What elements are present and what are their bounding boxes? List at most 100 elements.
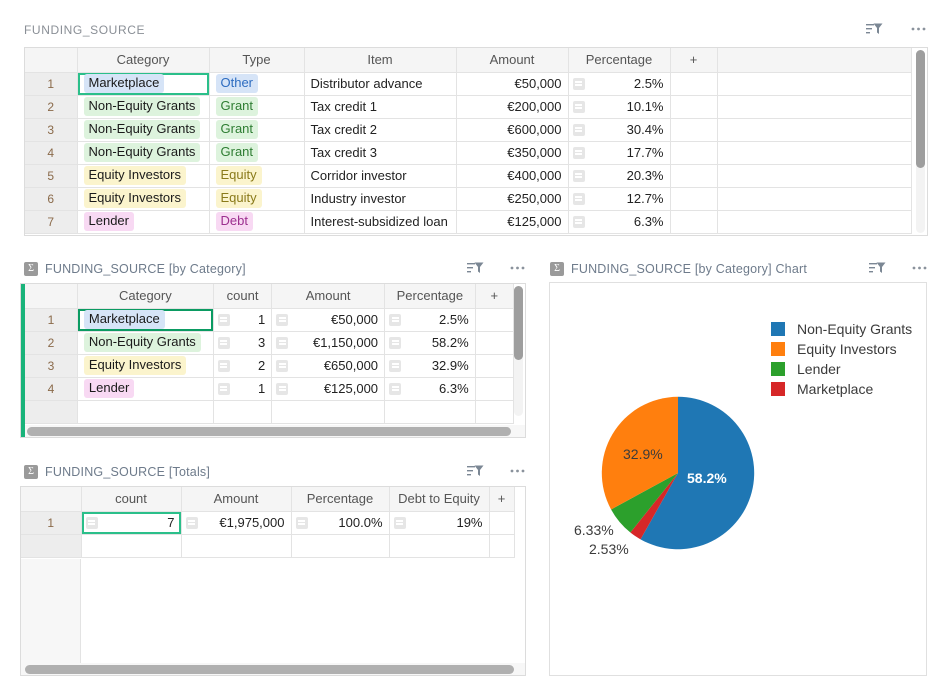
cell-category[interactable]: Non-Equity Grants — [77, 95, 209, 118]
cell-debt-to-equity[interactable]: 19% — [389, 511, 489, 534]
cell-category[interactable]: Equity Investors — [77, 354, 213, 377]
cell-amount[interactable]: €1,150,000 — [272, 331, 385, 354]
cell-category[interactable]: Equity Investors — [77, 187, 209, 210]
cell-item[interactable]: Industry investor — [304, 187, 456, 210]
column-header-amount[interactable]: Amount — [456, 48, 568, 72]
filter-sort-icon[interactable] — [467, 261, 484, 278]
pie-chart-svg[interactable] — [598, 393, 758, 553]
column-header-item[interactable]: Item — [304, 48, 456, 72]
cell-count[interactable]: 1 — [213, 308, 271, 331]
scrollbar-thumb[interactable] — [25, 665, 514, 674]
cell-percentage[interactable]: 100.0% — [291, 511, 389, 534]
legend-item-non-equity-grants[interactable]: Non-Equity Grants — [771, 321, 912, 337]
cell-count[interactable]: 3 — [213, 331, 271, 354]
cell-amount[interactable]: €350,000 — [456, 141, 568, 164]
cell-percentage[interactable]: 58.2% — [385, 331, 476, 354]
ellipsis-icon[interactable] — [509, 464, 526, 481]
table-row[interactable]: 6 Equity Investors Equity Industry inves… — [25, 187, 911, 210]
cell-amount[interactable]: €400,000 — [456, 164, 568, 187]
add-column-button[interactable]: + — [670, 48, 717, 72]
cell-item[interactable]: Tax credit 1 — [304, 95, 456, 118]
add-column-button[interactable]: + — [475, 284, 513, 308]
table-row[interactable]: 1 Marketplace Other Distributor advance … — [25, 72, 911, 95]
table-row[interactable]: 4 Lender 1 €125,000 6.3% — [25, 377, 514, 400]
add-column-button[interactable]: + — [489, 487, 514, 511]
cell-item[interactable]: Tax credit 2 — [304, 118, 456, 141]
table-row[interactable]: 2 Non-Equity Grants 3 €1,150,000 58.2% — [25, 331, 514, 354]
legend-item-marketplace[interactable]: Marketplace — [771, 381, 912, 397]
table-row[interactable]: 3 Equity Investors 2 €650,000 32.9% — [25, 354, 514, 377]
cell-type[interactable]: Other — [209, 72, 304, 95]
cell-item[interactable]: Interest-subsidized loan — [304, 210, 456, 233]
column-header-amount[interactable]: Amount — [181, 487, 291, 511]
ellipsis-icon[interactable] — [910, 22, 927, 39]
cell-category[interactable]: Lender — [77, 210, 209, 233]
cell-count[interactable]: 1 — [213, 377, 271, 400]
by-category-horizontal-scrollbar[interactable] — [21, 425, 525, 437]
cell-amount[interactable]: €125,000 — [272, 377, 385, 400]
filter-sort-icon[interactable] — [866, 22, 883, 39]
cell-category[interactable]: Marketplace — [77, 308, 213, 331]
table-row[interactable]: 1 Marketplace 1 €50,000 2.5% — [25, 308, 514, 331]
table-row[interactable]: 2 Non-Equity Grants Grant Tax credit 1 €… — [25, 95, 911, 118]
cell-type[interactable]: Grant — [209, 95, 304, 118]
cell-percentage[interactable]: 10.1% — [568, 95, 670, 118]
table-row[interactable]: 4 Non-Equity Grants Grant Tax credit 3 €… — [25, 141, 911, 164]
cell-category[interactable]: Equity Investors — [77, 164, 209, 187]
table-row[interactable]: 3 Non-Equity Grants Grant Tax credit 2 €… — [25, 118, 911, 141]
main-table-vertical-scrollbar[interactable] — [916, 50, 925, 233]
column-header-type[interactable]: Type — [209, 48, 304, 72]
totals-horizontal-scrollbar[interactable] — [21, 663, 525, 675]
cell-item[interactable]: Corridor investor — [304, 164, 456, 187]
legend-item-lender[interactable]: Lender — [771, 361, 912, 377]
cell-category[interactable]: Non-Equity Grants — [77, 141, 209, 164]
cell-amount[interactable]: €650,000 — [272, 354, 385, 377]
cell-category[interactable]: Non-Equity Grants — [77, 331, 213, 354]
cell-type[interactable]: Grant — [209, 141, 304, 164]
by-category-vertical-scrollbar[interactable] — [514, 286, 523, 416]
cell-type[interactable]: Equity — [209, 164, 304, 187]
cell-category[interactable]: Marketplace — [77, 72, 209, 95]
cell-amount[interactable]: €125,000 — [456, 210, 568, 233]
cell-category[interactable]: Lender — [77, 377, 213, 400]
cell-item[interactable]: Distributor advance — [304, 72, 456, 95]
column-header-count[interactable]: count — [81, 487, 181, 511]
pie-chart-container[interactable]: Non-Equity Grants Equity Investors Lende… — [549, 282, 927, 676]
cell-percentage[interactable]: 30.4% — [568, 118, 670, 141]
table-row[interactable]: 7 Lender Debt Interest-subsidized loan €… — [25, 210, 911, 233]
column-header-amount[interactable]: Amount — [272, 284, 385, 308]
cell-count[interactable]: 2 — [213, 354, 271, 377]
by-category-table-container[interactable]: Category count Amount Percentage + 1 Mar… — [20, 283, 526, 438]
column-header-category[interactable]: Category — [77, 284, 213, 308]
cell-item[interactable]: Tax credit 3 — [304, 141, 456, 164]
column-header-category[interactable]: Category — [77, 48, 209, 72]
cell-percentage[interactable]: 6.3% — [568, 210, 670, 233]
cell-category[interactable]: Non-Equity Grants — [77, 118, 209, 141]
filter-sort-icon[interactable] — [869, 261, 886, 278]
column-header-percentage[interactable]: Percentage — [385, 284, 476, 308]
main-table-container[interactable]: Category Type Item Amount Percentage + 1… — [24, 47, 928, 236]
cell-percentage[interactable]: 32.9% — [385, 354, 476, 377]
cell-amount[interactable]: €50,000 — [456, 72, 568, 95]
column-header-count[interactable]: count — [213, 284, 271, 308]
cell-percentage[interactable]: 12.7% — [568, 187, 670, 210]
column-header-debt-to-equity[interactable]: Debt to Equity — [389, 487, 489, 511]
cell-percentage[interactable]: 20.3% — [568, 164, 670, 187]
cell-amount[interactable]: €600,000 — [456, 118, 568, 141]
cell-percentage[interactable]: 2.5% — [568, 72, 670, 95]
cell-count[interactable]: 7 — [81, 511, 181, 534]
column-header-percentage[interactable]: Percentage — [291, 487, 389, 511]
table-row[interactable]: 1 7 €1,975,000 100.0% 19% — [21, 511, 514, 534]
cell-amount[interactable]: €250,000 — [456, 187, 568, 210]
cell-amount[interactable]: €50,000 — [272, 308, 385, 331]
cell-type[interactable]: Grant — [209, 118, 304, 141]
scrollbar-thumb[interactable] — [27, 427, 511, 436]
column-header-percentage[interactable]: Percentage — [568, 48, 670, 72]
table-row[interactable]: 5 Equity Investors Equity Corridor inves… — [25, 164, 911, 187]
filter-sort-icon[interactable] — [467, 464, 484, 481]
scrollbar-thumb[interactable] — [916, 50, 925, 168]
legend-item-equity-investors[interactable]: Equity Investors — [771, 341, 912, 357]
scrollbar-thumb[interactable] — [514, 286, 523, 360]
cell-percentage[interactable]: 6.3% — [385, 377, 476, 400]
ellipsis-icon[interactable] — [911, 261, 928, 278]
